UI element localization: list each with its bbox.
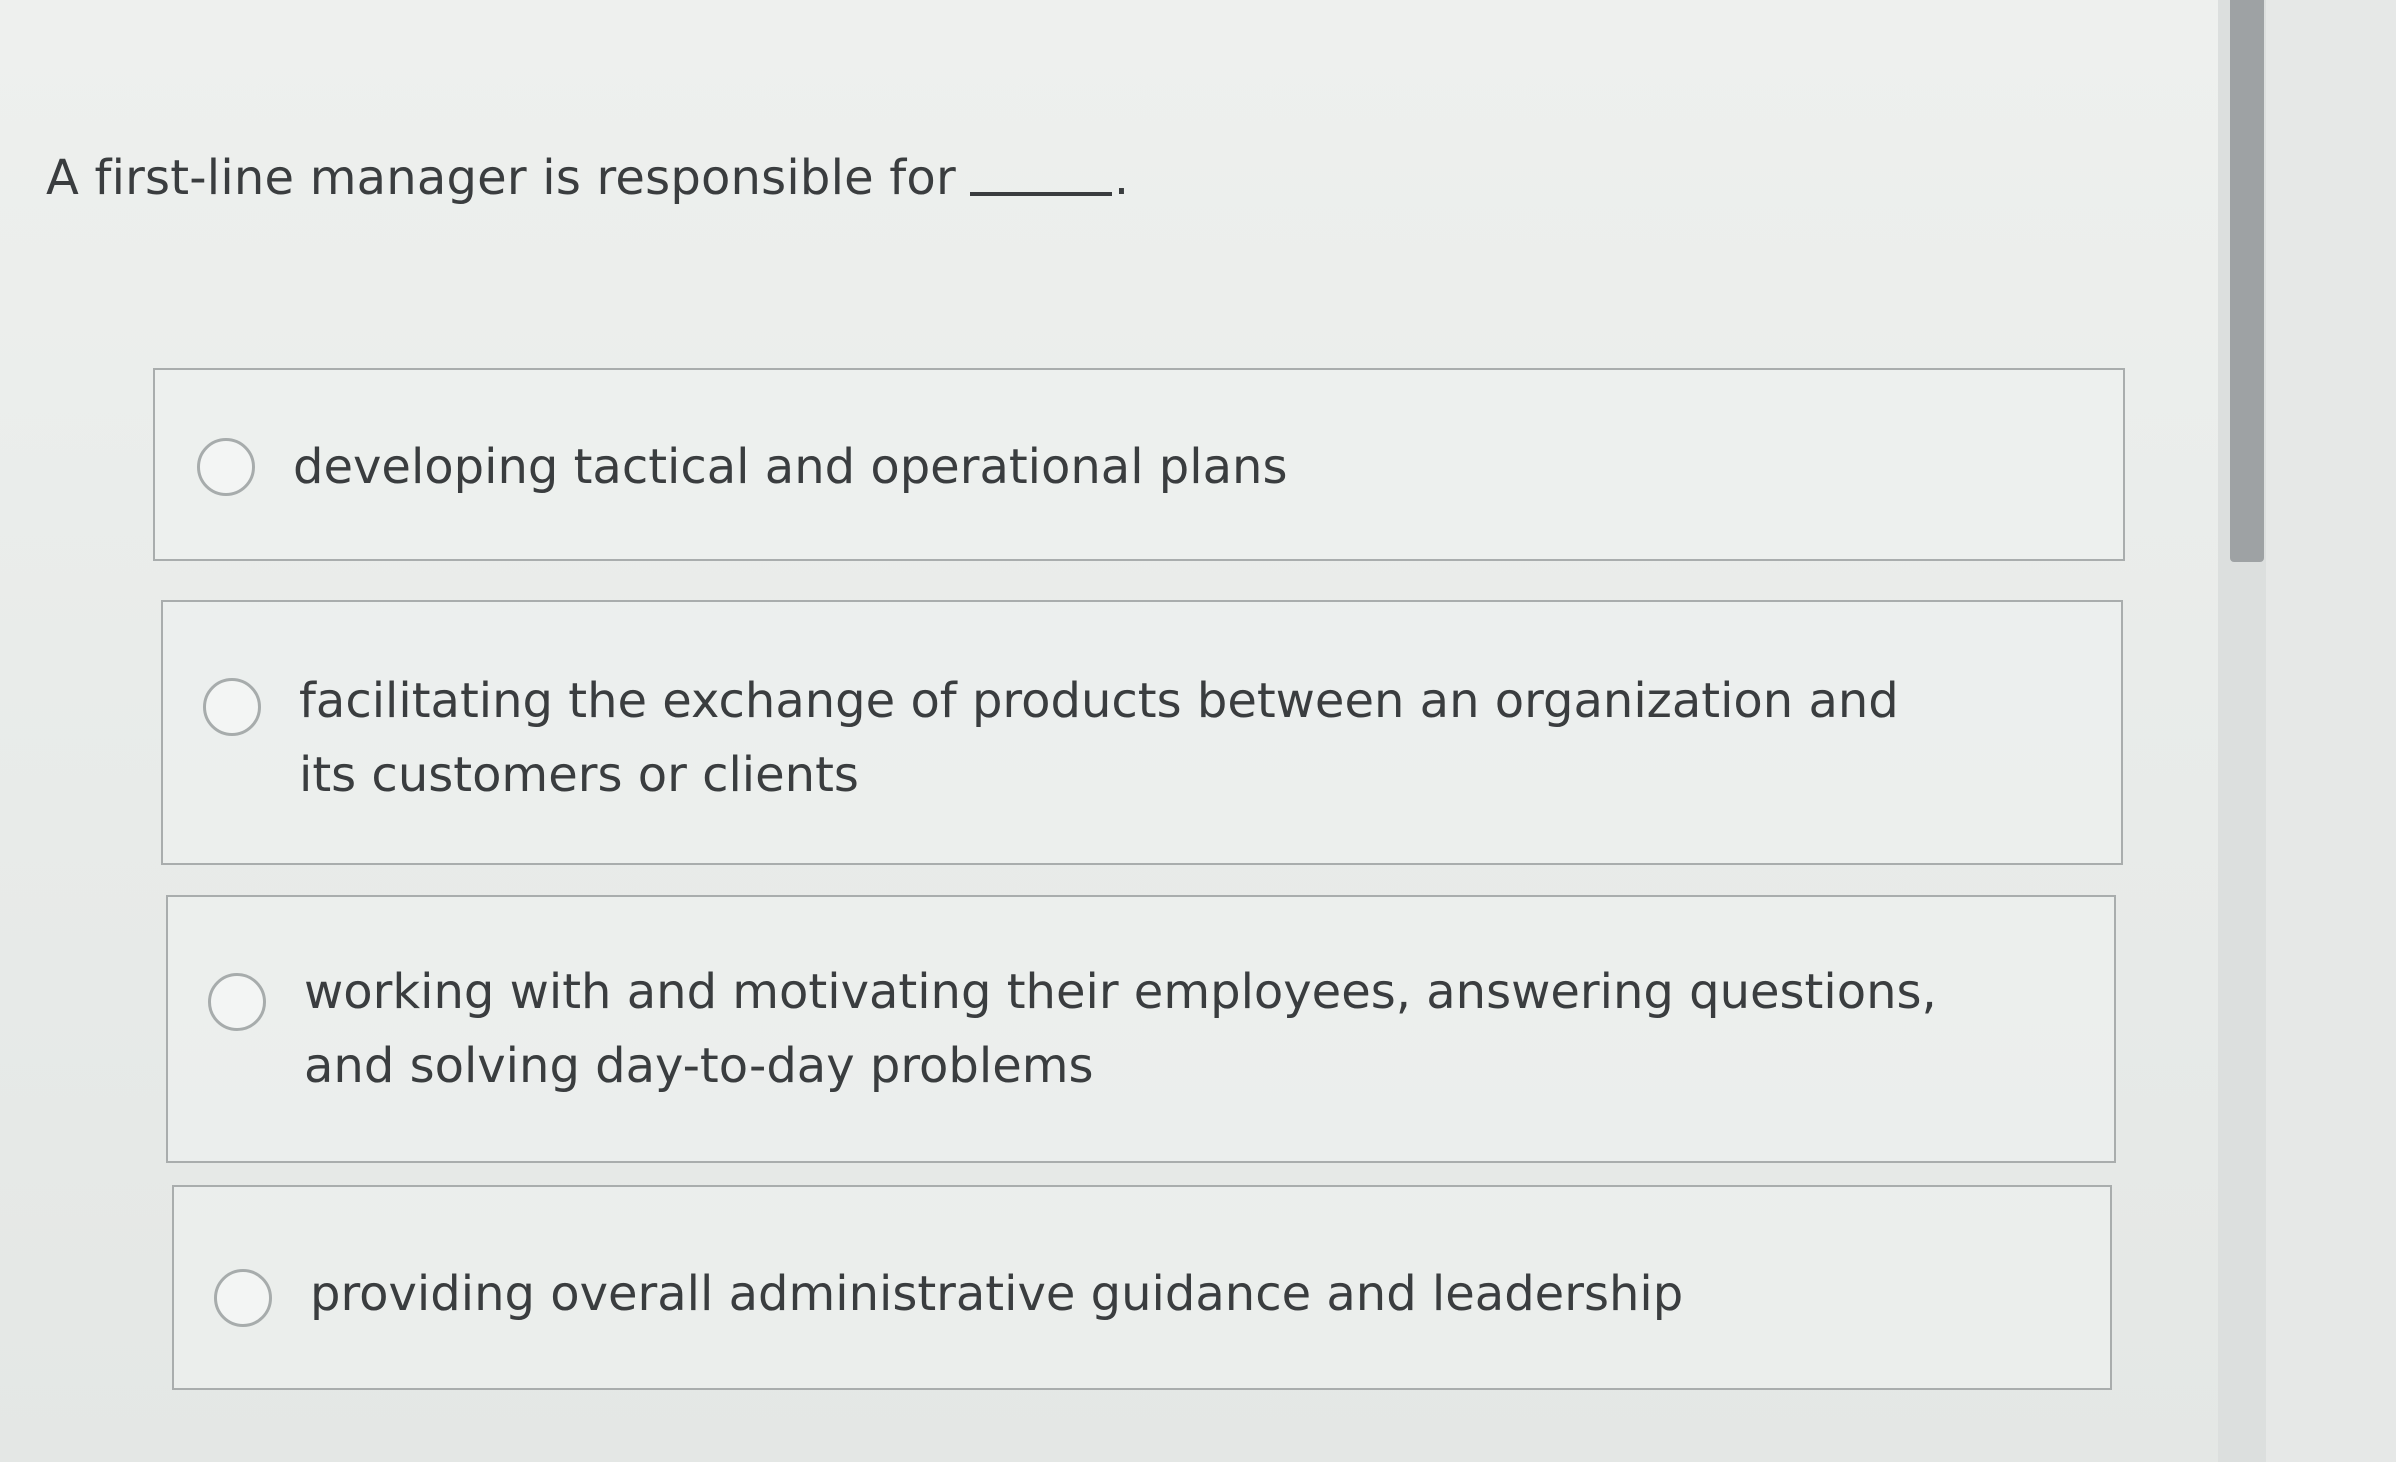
answer-option-label: facilitating the exchange of products be… (299, 673, 1899, 803)
quiz-page: A first-line manager is responsible for.… (0, 0, 2396, 1462)
answer-option-label: providing overall administrative guidanc… (310, 1266, 1684, 1322)
answer-option-3[interactable]: working with and motivating their employ… (166, 895, 2116, 1163)
question-stem: A first-line manager is responsible for (46, 150, 956, 206)
radio-button-icon[interactable] (197, 438, 255, 496)
answer-option-label: developing tactical and operational plan… (293, 439, 1288, 495)
radio-button-icon[interactable] (203, 678, 261, 736)
question-text: A first-line manager is responsible for. (46, 148, 1129, 208)
radio-button-icon[interactable] (214, 1269, 272, 1327)
question-period: . (1113, 150, 1130, 206)
radio-button-icon[interactable] (208, 973, 266, 1031)
answer-blank (969, 192, 1112, 196)
answer-option-4[interactable]: providing overall administrative guidanc… (172, 1185, 2112, 1390)
side-panel (2266, 0, 2396, 1462)
answer-option-label: working with and motivating their employ… (304, 964, 1937, 1094)
answer-option-1[interactable]: developing tactical and operational plan… (153, 368, 2125, 561)
answer-option-2[interactable]: facilitating the exchange of products be… (161, 600, 2123, 865)
scrollbar-thumb[interactable] (2230, 0, 2264, 562)
